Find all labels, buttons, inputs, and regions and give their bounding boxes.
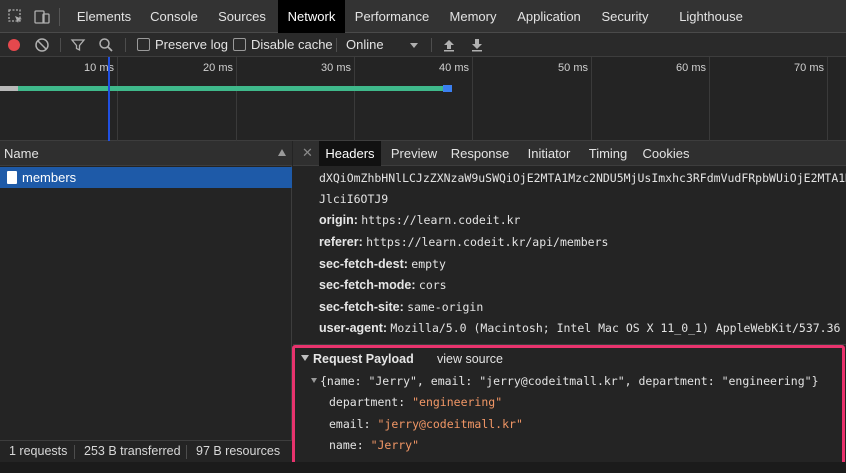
timeline-gridline [827, 57, 828, 141]
chevron-down-icon[interactable] [409, 37, 419, 53]
disable-cache-label: Disable cache [251, 37, 333, 52]
timeline-tick-label: 10 ms [84, 62, 114, 74]
header-row: sec-fetch-site: same-origin [319, 300, 483, 314]
document-icon [7, 171, 17, 184]
tab-network[interactable]: Network [278, 0, 345, 33]
network-summary-bar: 1 requests 253 B transferred 97 B resour… [0, 440, 292, 462]
summary-divider [186, 445, 187, 459]
header-row: origin: https://learn.codeit.kr [319, 213, 520, 227]
filter-icon[interactable] [70, 37, 86, 53]
header-key: origin: [319, 213, 358, 227]
timeline-gridline [472, 57, 473, 141]
resources-size: 97 B resources [196, 444, 281, 458]
cookie-header-value: JlciI6OTJ9 [319, 192, 389, 206]
header-value: cors [418, 278, 447, 292]
name-column-label: Name [4, 146, 39, 161]
tab-lighthouse[interactable]: Lighthouse [671, 0, 751, 33]
import-har-icon[interactable] [442, 37, 456, 53]
request-name: members [22, 170, 77, 185]
sort-ascending-icon [278, 149, 286, 156]
tab-security[interactable]: Security [594, 0, 656, 33]
inspect-element-icon[interactable] [7, 8, 25, 26]
header-row: sec-fetch-mode: cors [319, 278, 447, 292]
header-key: referer: [319, 235, 363, 249]
disable-cache-checkbox[interactable] [233, 38, 246, 51]
toolbar-divider [60, 38, 61, 52]
device-toolbar-icon[interactable] [33, 8, 51, 26]
header-value: https://learn.codeit.kr [361, 213, 521, 227]
timeline-gridline [236, 57, 237, 141]
preserve-log-label: Preserve log [155, 37, 228, 52]
header-key: sec-fetch-mode: [319, 278, 416, 292]
details-tabbar: ✕ Headers Preview Response Initiator Tim… [293, 141, 846, 166]
request-ttfb-bar [18, 86, 445, 91]
tab-memory[interactable]: Memory [440, 0, 506, 33]
tab-headers[interactable]: Headers [319, 141, 381, 166]
timeline-tick-label: 70 ms [794, 62, 824, 74]
tab-initiator[interactable]: Initiator [521, 141, 577, 166]
tab-sources[interactable]: Sources [208, 0, 276, 33]
timeline-tick-label: 20 ms [203, 62, 233, 74]
record-icon[interactable] [7, 37, 21, 53]
search-icon[interactable] [98, 37, 114, 53]
timeline-tick-label: 50 ms [558, 62, 588, 74]
timeline-gridline [591, 57, 592, 141]
timeline-marker [108, 57, 110, 141]
header-key: sec-fetch-site: [319, 300, 404, 314]
header-key: sec-fetch-dest: [319, 257, 408, 271]
throttling-select[interactable]: Online [346, 37, 384, 53]
bottom-edge [0, 462, 846, 473]
tab-timing[interactable]: Timing [583, 141, 633, 166]
network-toolbar: Preserve log Disable cache Online [0, 33, 846, 57]
timeline-gridline [117, 57, 118, 141]
export-har-icon[interactable] [470, 37, 484, 53]
timeline-gridline [709, 57, 710, 141]
toolbar-divider [431, 38, 432, 52]
tab-console[interactable]: Console [140, 0, 208, 33]
tab-response[interactable]: Response [447, 141, 513, 166]
name-column-header[interactable]: Name [0, 141, 292, 166]
tab-cookies[interactable]: Cookies [639, 141, 693, 166]
tabbar-divider [59, 8, 60, 26]
header-row: referer: https://learn.codeit.kr/api/mem… [319, 235, 608, 249]
timeline-tick-label: 30 ms [321, 62, 351, 74]
header-row: sec-fetch-dest: empty [319, 257, 446, 271]
toolbar-divider [125, 38, 126, 52]
tab-elements[interactable]: Elements [68, 0, 140, 33]
header-value: https://learn.codeit.kr/api/members [366, 235, 609, 249]
timeline-overview[interactable]: 10 ms 20 ms 30 ms 40 ms 50 ms 60 ms 70 m… [0, 57, 846, 141]
header-value: same-origin [407, 300, 484, 314]
preserve-log-checkbox[interactable] [137, 38, 150, 51]
request-list-panel: Name members 1 requests 253 B transferre… [0, 141, 292, 473]
request-count: 1 requests [9, 444, 68, 458]
tab-application[interactable]: Application [508, 0, 590, 33]
clear-icon[interactable] [34, 37, 50, 53]
payload-highlight-box [292, 345, 845, 467]
close-icon[interactable]: ✕ [302, 145, 313, 161]
header-value: Mozilla/5.0 (Macintosh; Intel Mac OS X 1… [390, 321, 846, 335]
header-value: empty [411, 257, 446, 271]
devtools-tabbar: Elements Console Sources Network Perform… [0, 0, 846, 33]
request-row[interactable]: members [0, 167, 292, 188]
request-waiting-bar [0, 86, 20, 91]
toolbar-divider [336, 38, 337, 52]
header-key: user-agent: [319, 321, 388, 335]
request-download-bar [443, 85, 452, 92]
tab-preview[interactable]: Preview [385, 141, 443, 166]
transferred-size: 253 B transferred [84, 444, 181, 458]
cookie-header-value: dXQiOmZhbHNlLCJzZXNzaW9uSWQiOjE2MTA1Mzc2… [319, 171, 846, 185]
timeline-gridline [354, 57, 355, 141]
tab-performance[interactable]: Performance [347, 0, 437, 33]
timeline-tick-label: 60 ms [676, 62, 706, 74]
timeline-tick-label: 40 ms [439, 62, 469, 74]
summary-divider [74, 445, 75, 459]
header-row: user-agent: Mozilla/5.0 (Macintosh; Inte… [319, 321, 846, 335]
